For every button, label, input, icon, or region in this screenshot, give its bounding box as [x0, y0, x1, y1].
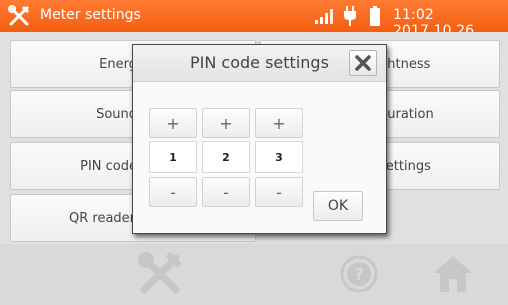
- title-bar: Meter settings 11:02 2017.10.26: [0, 0, 508, 39]
- home-icon[interactable]: [432, 253, 474, 295]
- digit-1-decrement-button[interactable]: -: [149, 177, 197, 207]
- plus-icon: +: [272, 113, 286, 133]
- pin-digit-2: 2: [202, 141, 250, 173]
- close-icon: [355, 55, 371, 71]
- settings-tools-icon[interactable]: [138, 251, 184, 296]
- menu-label: Sound: [96, 106, 137, 122]
- ok-button[interactable]: OK: [313, 191, 363, 221]
- plus-icon: +: [166, 113, 180, 133]
- digit-value: 3: [275, 150, 283, 164]
- digit-2-increment-button[interactable]: +: [202, 108, 250, 138]
- digit-value: 1: [169, 150, 177, 164]
- plug-icon: [344, 6, 356, 26]
- plus-icon: +: [219, 113, 233, 133]
- digit-3-decrement-button[interactable]: -: [255, 177, 303, 207]
- bottom-toolbar: ?: [0, 244, 508, 305]
- menu-label: PIN code: [80, 158, 137, 174]
- minus-icon: -: [276, 182, 282, 202]
- pin-code-dialog: PIN code settings + + + 1 2 3 - - - OK: [132, 44, 387, 234]
- digit-1-increment-button[interactable]: +: [149, 108, 197, 138]
- minus-icon: -: [170, 182, 176, 202]
- dialog-title: PIN code settings: [190, 53, 329, 72]
- signal-icon: [314, 7, 334, 25]
- battery-icon: [370, 6, 380, 26]
- window-title: Meter settings: [40, 7, 141, 23]
- dialog-title-bar: PIN code settings: [133, 45, 386, 82]
- menu-label: QR reader: [68, 210, 135, 226]
- digit-3-increment-button[interactable]: +: [255, 108, 303, 138]
- close-button[interactable]: [349, 50, 377, 76]
- digit-2-decrement-button[interactable]: -: [202, 177, 250, 207]
- pin-digit-3: 3: [255, 141, 303, 173]
- menu-label: guration: [379, 106, 434, 122]
- ok-label: OK: [327, 198, 349, 214]
- svg-text:?: ?: [354, 265, 364, 285]
- tools-icon: [8, 5, 30, 27]
- pin-digit-1: 1: [149, 141, 197, 173]
- help-icon[interactable]: ?: [340, 255, 378, 293]
- minus-icon: -: [223, 182, 229, 202]
- digit-value: 2: [222, 150, 230, 164]
